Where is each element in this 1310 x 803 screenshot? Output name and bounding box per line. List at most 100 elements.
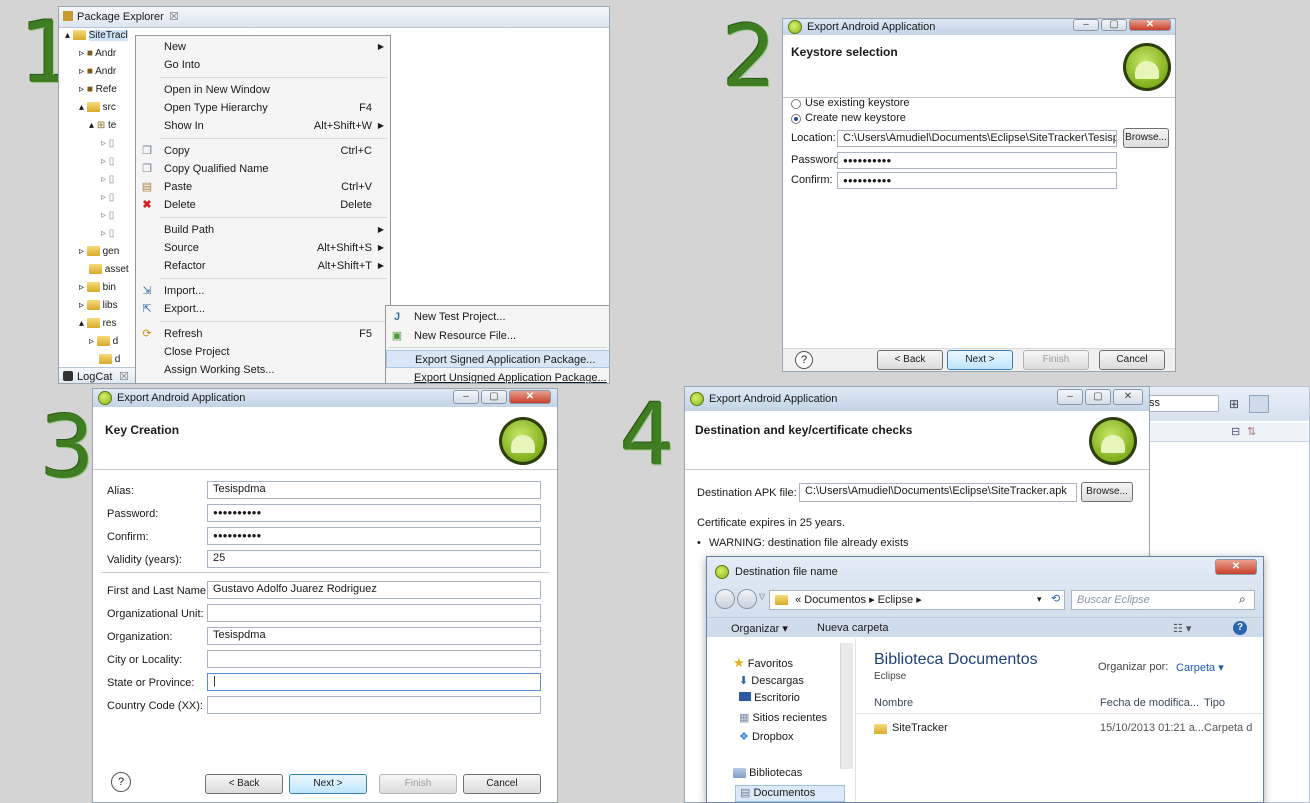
view-menu-icon[interactable]: ⇅ <box>1247 425 1256 438</box>
confirm-field[interactable]: ●●●●●●●●●● <box>207 527 541 545</box>
minimize-button[interactable]: ‒ <box>1057 389 1083 405</box>
submenu-export-unsigned[interactable]: Export Unsigned Application Package... <box>386 369 609 383</box>
nav-documents[interactable]: ▤ Documentos <box>735 785 845 802</box>
help-icon[interactable]: ? <box>111 772 131 792</box>
nav-dropbox[interactable]: ❖ Dropbox <box>739 730 794 743</box>
minimize-button[interactable]: ‒ <box>453 390 479 404</box>
back-button[interactable]: < Back <box>205 774 283 794</box>
country-field[interactable] <box>207 696 541 714</box>
finish-button[interactable]: Finish <box>1023 350 1089 370</box>
menu-item-refresh[interactable]: ⟳ Refresh F5 <box>136 325 390 343</box>
tree-item-project[interactable]: ▴ SiteTracl <box>65 27 145 45</box>
close-button[interactable]: ✕ <box>1215 559 1257 575</box>
column-name[interactable]: Nombre <box>874 697 913 709</box>
menu-item-open-type-hierarchy[interactable]: Open Type Hierarchy F4 <box>136 99 390 117</box>
menu-item-delete[interactable]: ✖ Delete Delete <box>136 196 390 214</box>
create-new-radio[interactable] <box>791 114 801 124</box>
browse-button[interactable]: Browse... <box>1081 482 1133 502</box>
organize-by-dropdown[interactable]: Carpeta ▾ <box>1176 661 1224 674</box>
tree-item-lib2[interactable]: ▹ ■ Andr <box>65 63 145 81</box>
quick-access-field[interactable]: ss <box>1143 395 1219 412</box>
nav-libraries[interactable]: Bibliotecas <box>733 767 802 779</box>
menu-item-copy-qualified-name[interactable]: ❐ Copy Qualified Name <box>136 160 390 178</box>
table-row[interactable]: SiteTracker 15/10/2013 01:21 a... Carpet… <box>856 719 1263 739</box>
address-dropdown-icon[interactable]: ▾ <box>1037 594 1042 605</box>
recent-dropdown-icon[interactable]: ▽ <box>759 592 765 601</box>
validity-field[interactable]: 25 <box>207 550 541 568</box>
close-icon[interactable]: ☒ <box>169 10 179 23</box>
password-field[interactable]: ●●●●●●●●●● <box>207 504 541 522</box>
tree-item-bin[interactable]: ▹ bin <box>65 279 145 297</box>
menu-item-open-new-window[interactable]: Open in New Window <box>136 81 390 99</box>
browse-button[interactable]: Browse... <box>1123 128 1169 148</box>
menu-item-source[interactable]: Source Alt+Shift+S ▶ <box>136 239 390 257</box>
minimize-button[interactable]: ‒ <box>1073 19 1099 31</box>
menu-item-go-into[interactable]: Go Into <box>136 56 390 74</box>
tree-item-file[interactable]: ▹ ▯ <box>65 189 145 207</box>
maximize-button[interactable]: ▢ <box>1101 19 1127 31</box>
package-explorer-tab[interactable]: Package Explorer <box>77 11 164 23</box>
tree-item-package[interactable]: ▴ ⊞ te <box>65 117 145 135</box>
maximize-button[interactable]: ▢ <box>1085 389 1111 405</box>
close-icon[interactable]: ☒ <box>119 370 129 383</box>
menu-item-new[interactable]: New ▶ <box>136 38 390 56</box>
breadcrumb-documentos[interactable]: Documentos <box>804 594 866 606</box>
destination-field[interactable]: C:\Users\Amudiel\Documents\Eclipse\SiteT… <box>799 483 1077 502</box>
column-date[interactable]: Fecha de modifica... <box>1100 697 1199 709</box>
tree-item-file[interactable]: ▹ ▯ <box>65 135 145 153</box>
tree-item-assets[interactable]: asset <box>65 261 145 279</box>
tree-item-file[interactable]: ▹ ▯ <box>65 225 145 243</box>
tree-item-file[interactable]: ▹ ▯ <box>65 153 145 171</box>
password-field[interactable]: ●●●●●●●●●● <box>837 152 1117 169</box>
submenu-export-signed[interactable]: Export Signed Application Package... <box>386 350 609 368</box>
help-icon[interactable]: ? <box>795 351 813 369</box>
refresh-icon[interactable]: ⟲ <box>1051 592 1060 605</box>
close-button[interactable]: ✕ <box>509 390 551 404</box>
view-options-icon[interactable]: ☷ ▾ <box>1173 622 1191 635</box>
back-nav-icon[interactable] <box>715 589 735 609</box>
menu-item-show-in[interactable]: Show In Alt+Shift+W ▶ <box>136 117 390 135</box>
location-field[interactable]: C:\Users\Amudiel\Documents\Eclipse\SiteT… <box>837 130 1117 147</box>
nav-scrollbar[interactable] <box>840 643 853 769</box>
nav-recent[interactable]: ▦ Sitios recientes <box>739 711 827 724</box>
tree-item-lib1[interactable]: ▹ ■ Andr <box>65 45 145 63</box>
nav-desktop[interactable]: Escritorio <box>739 692 800 704</box>
use-existing-radio[interactable] <box>791 99 801 109</box>
state-field[interactable]: | <box>207 673 541 691</box>
ddms-perspective-icon[interactable] <box>1249 395 1269 413</box>
menu-item-build-path[interactable]: Build Path ▶ <box>136 221 390 239</box>
menu-item-refactor[interactable]: Refactor Alt+Shift+T ▶ <box>136 257 390 275</box>
perspective-icon[interactable]: ⊞ <box>1229 397 1239 411</box>
next-button[interactable]: Next > <box>289 774 367 794</box>
close-button[interactable]: ✕ <box>1113 389 1143 405</box>
org-unit-field[interactable] <box>207 604 541 622</box>
tree-item-refs[interactable]: ▹ ■ Refe <box>65 81 145 99</box>
menu-item-import[interactable]: ⇲ Import... <box>136 282 390 300</box>
menu-item-close-project[interactable]: Close Project <box>136 343 390 361</box>
tree-item-src[interactable]: ▴ src <box>65 99 145 117</box>
org-field[interactable]: Tesispdma <box>207 627 541 645</box>
nav-favorites[interactable]: ★ Favoritos <box>733 655 793 671</box>
help-icon[interactable]: ? <box>1233 621 1247 635</box>
maximize-button[interactable]: ▢ <box>481 390 507 404</box>
cancel-button[interactable]: Cancel <box>1099 350 1165 370</box>
back-button[interactable]: < Back <box>877 350 943 370</box>
nav-downloads[interactable]: ⬇ Descargas <box>739 674 804 687</box>
new-folder-button[interactable]: Nueva carpeta <box>817 622 889 634</box>
tree-item-res[interactable]: ▴ res <box>65 315 145 333</box>
cancel-button[interactable]: Cancel <box>463 774 541 794</box>
column-type[interactable]: Tipo <box>1204 697 1225 709</box>
minimize-view-icon[interactable]: ⊟ <box>1231 425 1240 438</box>
city-field[interactable] <box>207 650 541 668</box>
menu-item-assign-working-sets[interactable]: Assign Working Sets... <box>136 361 390 379</box>
submenu-new-resource-file[interactable]: ▣ New Resource File... <box>386 327 609 345</box>
finish-button[interactable]: Finish <box>379 774 457 794</box>
tree-item-file[interactable]: ▹ ▯ <box>65 207 145 225</box>
search-input[interactable]: Buscar Eclipse <box>1071 590 1255 610</box>
tree-item-gen[interactable]: ▹ gen <box>65 243 145 261</box>
breadcrumb-eclipse[interactable]: Eclipse <box>878 594 913 606</box>
forward-nav-icon[interactable] <box>737 589 757 609</box>
name-field[interactable]: Gustavo Adolfo Juarez Rodriguez <box>207 581 541 599</box>
tree-item-libs[interactable]: ▹ libs <box>65 297 145 315</box>
alias-field[interactable]: Tesispdma <box>207 481 541 499</box>
